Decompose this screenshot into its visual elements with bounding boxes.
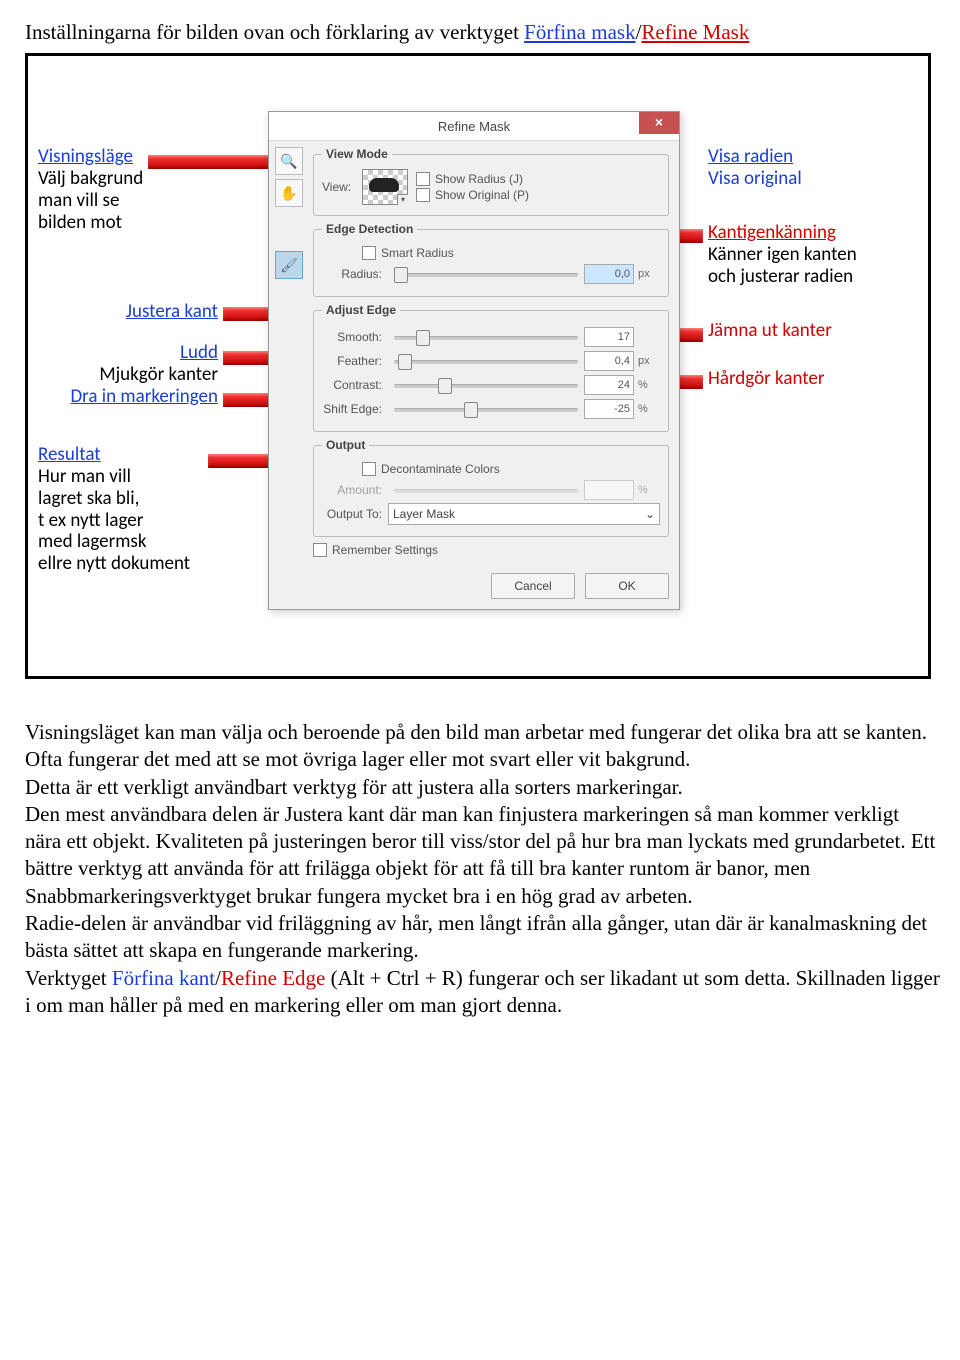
heading-prefix: Inställningarna för bilden ovan och förk… bbox=[25, 20, 524, 44]
amount-label: Amount: bbox=[322, 483, 382, 497]
para-2: Detta är ett verkligt användbart verktyg… bbox=[25, 774, 940, 801]
amount-unit: % bbox=[638, 484, 660, 496]
view-thumbnail[interactable]: ▾ bbox=[362, 169, 408, 205]
radius-unit: px bbox=[638, 268, 660, 280]
ann-jamna: Jämna ut kanter bbox=[708, 320, 832, 342]
ann-drain: Dra in markeringen bbox=[36, 386, 218, 408]
outputto-label: Output To: bbox=[322, 507, 382, 521]
decontaminate-checkbox[interactable]: Decontaminate Colors bbox=[362, 462, 660, 476]
radius-value[interactable]: 0,0 bbox=[584, 264, 634, 284]
smooth-value[interactable]: 17 bbox=[584, 327, 634, 347]
diagram-frame: Visningsläge Välj bakgrund man vill se b… bbox=[25, 53, 931, 679]
contrast-label: Contrast: bbox=[322, 378, 382, 392]
amount-value bbox=[584, 480, 634, 500]
zoom-tool-icon[interactable]: 🔍 bbox=[275, 147, 303, 175]
adjust-edge-legend: Adjust Edge bbox=[322, 303, 400, 317]
smooth-label: Smooth: bbox=[322, 330, 382, 344]
contrast-unit: % bbox=[638, 379, 660, 391]
edge-detection-legend: Edge Detection bbox=[322, 222, 417, 236]
edge-detection-group: Edge Detection Smart Radius Radius: 0,0 … bbox=[313, 222, 669, 297]
view-mode-legend: View Mode bbox=[322, 147, 392, 161]
feather-value[interactable]: 0,4 bbox=[584, 351, 634, 371]
contrast-slider[interactable] bbox=[394, 380, 578, 390]
radius-label: Radius: bbox=[322, 267, 382, 281]
ann-justera-kant: Justera kant bbox=[108, 301, 218, 323]
contrast-value[interactable]: 24 bbox=[584, 375, 634, 395]
body-text: Visningsläget kan man välja och beroende… bbox=[25, 719, 940, 1019]
ann-visningslage: Visningsläge Välj bakgrund man vill se b… bbox=[38, 146, 143, 233]
amount-slider bbox=[394, 485, 578, 495]
ok-button[interactable]: OK bbox=[585, 573, 669, 599]
shift-slider[interactable] bbox=[394, 404, 578, 414]
output-legend: Output bbox=[322, 438, 369, 452]
remember-settings-checkbox[interactable]: Remember Settings bbox=[313, 543, 669, 557]
ann-ludd: Ludd Mjukgör kanter bbox=[78, 342, 218, 386]
para-1: Visningsläget kan man välja och beroende… bbox=[25, 719, 940, 774]
smart-radius-checkbox[interactable]: Smart Radius bbox=[362, 246, 660, 260]
brush-tool-icon[interactable]: 🖌 bbox=[275, 251, 303, 279]
feather-unit: px bbox=[638, 355, 660, 367]
ann-hardgor: Hårdgör kanter bbox=[708, 368, 825, 390]
smooth-slider[interactable] bbox=[394, 332, 578, 342]
view-label: View: bbox=[322, 180, 358, 194]
adjust-edge-group: Adjust Edge Smooth: 17 Feather: 0,4 px C… bbox=[313, 303, 669, 432]
ann-kantigenkanning: Kantigenkänning Känner igen kanten och j… bbox=[708, 222, 857, 288]
show-radius-checkbox[interactable]: Show Radius (J) bbox=[416, 172, 660, 186]
show-original-checkbox[interactable]: Show Original (P) bbox=[416, 188, 660, 202]
view-mode-group: View Mode View: ▾ Show Radius (J) Show O… bbox=[313, 147, 669, 216]
feather-slider[interactable] bbox=[394, 356, 578, 366]
outputto-select[interactable]: Layer Mask⌄ bbox=[388, 503, 660, 525]
dialog-titlebar: Refine Mask × bbox=[269, 112, 679, 141]
feather-label: Feather: bbox=[322, 354, 382, 368]
para-5: Verktyget Förfina kant/Refine Edge (Alt … bbox=[25, 965, 940, 1020]
heading-blue: Förfina mask bbox=[524, 20, 635, 44]
dialog-title: Refine Mask bbox=[438, 119, 510, 134]
ann-visa-radien: Visa radien Visa original bbox=[708, 146, 802, 190]
refine-mask-dialog: Refine Mask × 🔍 ✋ 🖌 View Mode View: ▾ Sh… bbox=[268, 111, 680, 610]
cancel-button[interactable]: Cancel bbox=[491, 573, 575, 599]
shift-label: Shift Edge: bbox=[322, 402, 382, 416]
heading-red: Refine Mask bbox=[641, 20, 749, 44]
para-4: Radie-delen är användbar vid friläggning… bbox=[25, 910, 940, 965]
shift-value[interactable]: -25 bbox=[584, 399, 634, 419]
shift-unit: % bbox=[638, 403, 660, 415]
para-3: Den mest användbara delen är Justera kan… bbox=[25, 801, 940, 910]
ann-resultat: Resultat Hur man vill lagret ska bli, t … bbox=[38, 444, 190, 575]
close-button[interactable]: × bbox=[639, 112, 679, 134]
chevron-down-icon: ⌄ bbox=[645, 507, 655, 521]
hand-tool-icon[interactable]: ✋ bbox=[275, 179, 303, 207]
output-group: Output Decontaminate Colors Amount: % Ou… bbox=[313, 438, 669, 537]
page-heading: Inställningarna för bilden ovan och förk… bbox=[25, 20, 940, 45]
radius-slider[interactable] bbox=[394, 269, 578, 279]
